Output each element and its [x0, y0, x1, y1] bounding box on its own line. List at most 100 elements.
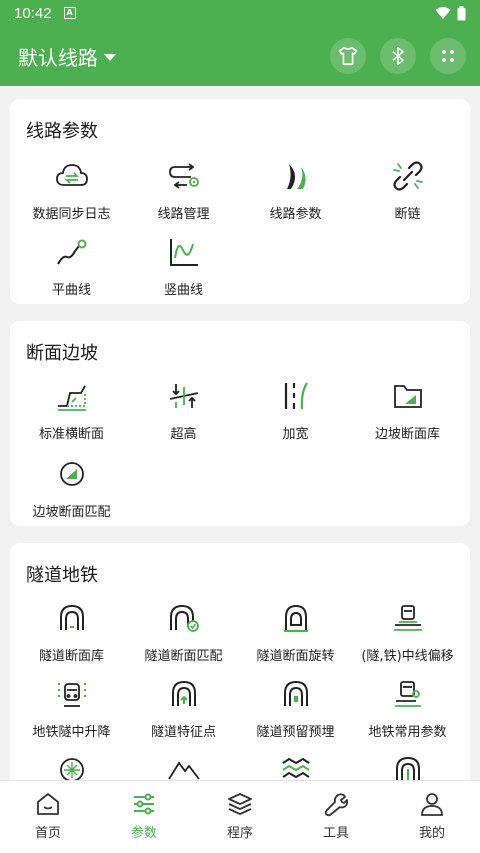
item-label: 隧道预留预埋 [256, 725, 335, 740]
tunnel-reserved-item[interactable]: 隧道预留预埋 [238, 675, 353, 747]
broken-chain-item[interactable]: 断链 [350, 157, 465, 229]
nav-params[interactable]: 参数 [96, 781, 192, 853]
item-label: 线路管理 [157, 207, 210, 222]
tunnel-arch-icon [391, 753, 425, 780]
person-icon [421, 793, 443, 816]
section-title: 断面边坡 [26, 343, 98, 364]
item-label: 平曲线 [51, 283, 91, 298]
dropdown-caret-icon [104, 53, 116, 61]
tunnel-arch-tool-item[interactable] [350, 751, 465, 780]
item-label: 数据同步日志 [32, 207, 111, 222]
circle-slope-icon [55, 457, 89, 491]
item-label: 标准横断面 [38, 427, 104, 442]
app-bar: 默认线路 [0, 26, 480, 86]
grid-menu-button[interactable] [430, 38, 466, 74]
bottom-nav: 首页 参数 程序 工具 我的 [0, 780, 480, 853]
section-title: 线路参数 [26, 121, 98, 142]
nav-label: 首页 [34, 826, 61, 841]
item-label: 隧道特征点 [150, 725, 216, 740]
item-label: 边坡断面库 [374, 427, 440, 442]
wifi-icon [435, 7, 451, 19]
horizontal-curve-item[interactable]: 平曲线 [14, 233, 129, 305]
cloud-sync-icon [55, 159, 89, 193]
item-label: 隧道断面匹配 [144, 649, 223, 664]
item-label: 地铁常用参数 [368, 725, 447, 740]
compass-icon [55, 753, 89, 780]
item-label: 线路参数 [269, 207, 322, 222]
nav-home[interactable]: 首页 [0, 781, 96, 853]
slope-section-library-item[interactable]: 边坡断面库 [350, 377, 465, 449]
status-time: 10:42 [14, 4, 52, 22]
nav-mine[interactable]: 我的 [384, 781, 480, 853]
item-label: 加宽 [282, 427, 309, 442]
wrench-icon [324, 793, 349, 817]
tunnel-section-match-item[interactable]: 隧道断面匹配 [126, 599, 241, 671]
sliders-icon [134, 793, 154, 815]
route-selector[interactable]: 默认线路 [18, 42, 116, 71]
bluetooth-button[interactable] [380, 38, 416, 74]
tshirt-icon [338, 46, 358, 66]
layers-icon [228, 793, 252, 815]
data-sync-log-item[interactable]: 数据同步日志 [14, 157, 129, 229]
metro-lift-icon [55, 677, 89, 711]
item-label: 超高 [170, 427, 197, 442]
vertical-curve-item[interactable]: 竖曲线 [126, 233, 241, 305]
item-label: 边坡断面匹配 [32, 505, 111, 520]
content-scroll-area[interactable]: 线路参数 数据同步日志 线路管理 线路参数 断链 平曲线 竖曲线 断面边坡 标准… [0, 86, 480, 780]
compass-tool-item[interactable] [14, 751, 129, 780]
battery-icon [457, 5, 466, 20]
tunnel-reserved-icon [279, 677, 313, 711]
status-bar: 10:42 A [0, 0, 480, 26]
metro-tunnel-lift-item[interactable]: 地铁隧中升降 [14, 675, 129, 747]
notification-a-icon: A [63, 7, 76, 19]
tunnel-point-icon [167, 677, 201, 711]
tunnel-check-icon [167, 601, 201, 635]
four-dots-icon [442, 50, 454, 62]
section-title: 隧道地铁 [26, 565, 98, 586]
nav-tools[interactable]: 工具 [288, 781, 384, 853]
tunnel-section-rotate-item[interactable]: 隧道断面旋转 [238, 599, 353, 671]
tunnel-feature-point-item[interactable]: 隧道特征点 [126, 675, 241, 747]
nav-label: 程序 [226, 826, 253, 841]
nav-label: 参数 [130, 826, 157, 841]
horizontal-curve-icon [55, 235, 89, 269]
centerline-offset-item[interactable]: (隧,铁)中线偏移 [350, 599, 465, 671]
nav-label: 工具 [322, 826, 349, 841]
bluetooth-icon [392, 46, 404, 66]
tunnel-section-library-item[interactable]: 隧道断面库 [14, 599, 129, 671]
status-icons [435, 5, 466, 21]
vertical-curve-icon [167, 235, 201, 269]
nav-label: 我的 [418, 826, 445, 841]
superelevation-item[interactable]: 超高 [126, 377, 241, 449]
route-manage-icon [167, 159, 201, 193]
train-offset-icon [391, 601, 425, 635]
item-label: 隧道断面旋转 [256, 649, 335, 664]
mountain-tool-item[interactable] [126, 751, 241, 780]
road-curve-icon [279, 159, 313, 193]
item-label: 竖曲线 [163, 283, 203, 298]
widening-item[interactable]: 加宽 [238, 377, 353, 449]
route-manage-item[interactable]: 线路管理 [126, 157, 241, 229]
slope-section-match-item[interactable]: 边坡断面匹配 [14, 455, 129, 527]
standard-cross-section-item[interactable]: 标准横断面 [14, 377, 129, 449]
tunnel-metro-card: 隧道地铁 隧道断面库 隧道断面匹配 隧道断面旋转 (隧,铁)中线偏移 地铁隧中升… [10, 543, 470, 780]
widening-icon [279, 379, 313, 413]
item-label: 地铁隧中升降 [32, 725, 111, 740]
route-params-card: 线路参数 数据同步日志 线路管理 线路参数 断链 平曲线 竖曲线 [10, 99, 470, 304]
waves-tool-item[interactable] [238, 751, 353, 780]
broken-link-icon [391, 159, 425, 193]
mountain-icon [167, 753, 201, 780]
metro-common-params-item[interactable]: 地铁常用参数 [350, 675, 465, 747]
cross-section-icon [55, 379, 89, 413]
nav-program[interactable]: 程序 [192, 781, 288, 853]
item-label: 断链 [394, 207, 421, 222]
waves-icon [279, 753, 313, 780]
route-params-item[interactable]: 线路参数 [238, 157, 353, 229]
item-label: 隧道断面库 [38, 649, 104, 664]
home-icon [37, 793, 59, 815]
folder-slope-icon [391, 379, 425, 413]
superelevation-icon [167, 379, 201, 413]
train-gear-icon [391, 677, 425, 711]
tshirt-button[interactable] [330, 38, 366, 74]
tunnel-rotate-icon [279, 601, 313, 635]
